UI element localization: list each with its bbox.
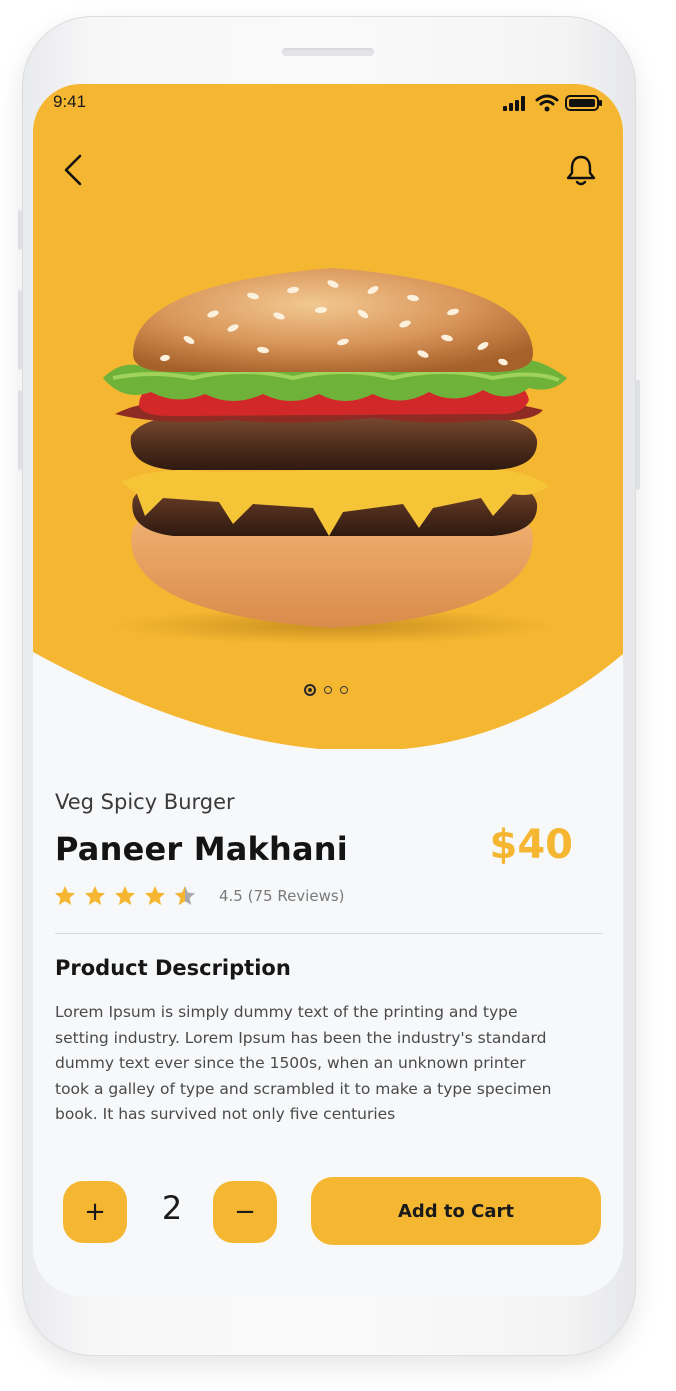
- signal-icon: [503, 96, 525, 111]
- description-line: dummy text ever since the 1500s, when an…: [55, 1054, 526, 1072]
- rating-stars: [53, 884, 197, 908]
- carousel-dot-2[interactable]: [324, 686, 332, 694]
- status-time: 9:41: [53, 92, 87, 111]
- carousel-dot-1[interactable]: [304, 684, 316, 696]
- burger-image: [103, 268, 567, 644]
- hero-section: 9:41: [33, 84, 623, 749]
- chevron-left-icon: [64, 154, 82, 186]
- description-body: Lorem Ipsum is simply dummy text of the …: [55, 1000, 615, 1128]
- rating-row: 4.5 (75 Reviews): [53, 884, 345, 908]
- wifi-icon: [535, 94, 559, 112]
- star-icon: [145, 886, 165, 905]
- description-line: took a galley of type and scrambled it t…: [55, 1079, 552, 1098]
- add-to-cart-button[interactable]: Add to Cart: [311, 1177, 601, 1245]
- product-subtitle: Veg Spicy Burger: [55, 790, 235, 814]
- section-divider: [55, 933, 603, 934]
- carousel-dot-3[interactable]: [340, 686, 348, 694]
- notification-button[interactable]: [561, 150, 601, 190]
- description-line: book. It has survived not only five cent…: [55, 1105, 396, 1123]
- star-icon: [85, 886, 105, 905]
- quantity-value: 2: [161, 1189, 183, 1227]
- phone-side-button: [636, 380, 640, 490]
- star-icon: [55, 886, 75, 905]
- phone-speaker: [282, 48, 374, 56]
- product-price: $40: [489, 822, 574, 868]
- description-line: setting industry. Lorem Ipsum has been t…: [55, 1028, 547, 1047]
- phone-side-button: [18, 210, 22, 250]
- description-heading: Product Description: [55, 956, 291, 980]
- half-star-icon: [175, 886, 195, 905]
- decrease-quantity-button[interactable]: −: [213, 1181, 277, 1243]
- back-button[interactable]: [55, 150, 91, 190]
- rating-text: 4.5 (75 Reviews): [219, 887, 345, 905]
- status-icons: [503, 94, 603, 112]
- increase-quantity-button[interactable]: +: [63, 1181, 127, 1243]
- app-screen: 9:41 Veg Spicy Burger Paneer Makhani $40…: [33, 84, 623, 1296]
- battery-icon: [565, 95, 602, 111]
- bell-icon: [566, 155, 596, 186]
- phone-side-button: [18, 390, 22, 470]
- product-name: Paneer Makhani: [55, 830, 348, 868]
- description-line: Lorem Ipsum is simply dummy text of the …: [55, 1003, 518, 1021]
- carousel-dots: [304, 684, 348, 696]
- phone-side-button: [18, 290, 22, 370]
- star-icon: [115, 886, 135, 905]
